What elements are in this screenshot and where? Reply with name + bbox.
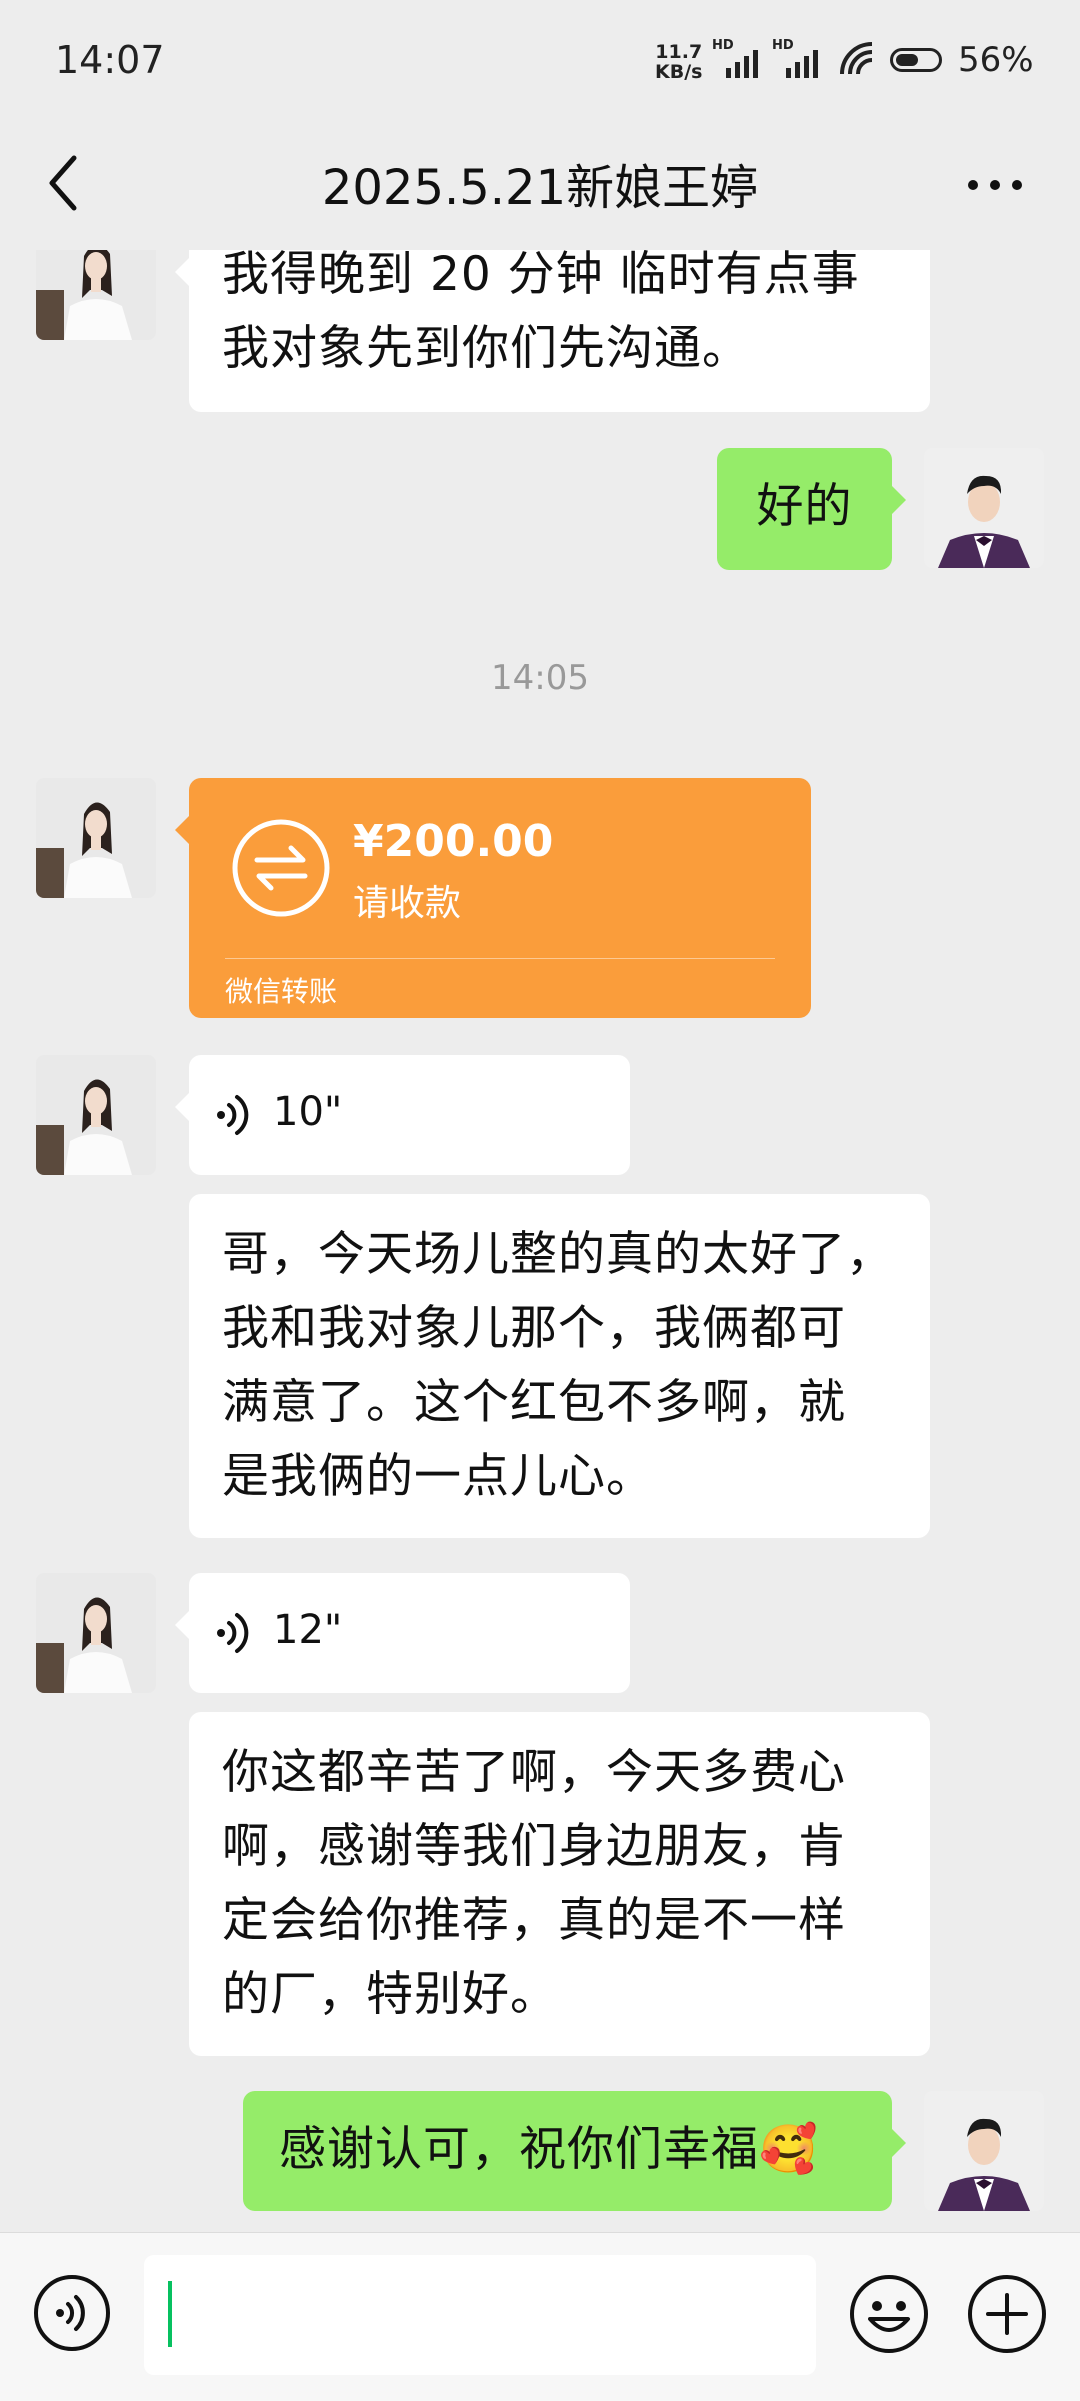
message-bubble-incoming[interactable]: 哥，今天场儿整的真的太好了， 我和我对象儿那个，我俩都可 满意了。这个红包不多啊… (189, 1194, 930, 1538)
battery-percent: 56% (958, 40, 1034, 80)
plus-icon[interactable] (966, 2273, 1048, 2355)
voice-message[interactable]: 12" (175, 1573, 630, 1693)
network-speed: 11.7 KB/s (655, 42, 702, 82)
text-cursor (168, 2281, 172, 2347)
voice-message[interactable]: 10" (175, 1055, 630, 1175)
message-text-line: 是我俩的一点儿心。 (222, 1449, 654, 1504)
my-avatar[interactable] (924, 2091, 1044, 2211)
message-input[interactable] (144, 2255, 816, 2375)
voice-wave-icon (217, 1613, 249, 1653)
battery-icon (890, 48, 942, 72)
more-options-icon[interactable] (960, 160, 1030, 210)
message-bubble-outgoing[interactable]: 感谢认可，祝你们幸福🥰 (243, 2091, 906, 2211)
transfer-arrows-icon (232, 819, 330, 917)
chat-header: 2025.5.21新娘王婷 (0, 120, 1080, 250)
voice-wave-icon (217, 1095, 249, 1135)
message-text: 感谢认可，祝你们幸福🥰 (279, 2122, 819, 2177)
wifi-icon (840, 42, 873, 75)
voice-duration: 12" (273, 1607, 343, 1653)
message-text-line: 啊，感谢等我们身边朋友，肯 (222, 1819, 846, 1874)
bride-avatar[interactable] (36, 250, 156, 340)
back-arrow-icon[interactable] (40, 148, 90, 218)
bride-avatar[interactable] (36, 778, 156, 898)
timestamp-separator: 14:05 (491, 658, 589, 698)
my-avatar[interactable] (924, 448, 1044, 568)
message-bubble-incoming[interactable]: 你这都辛苦了啊，今天多费心 啊，感谢等我们身边朋友，肯 定会给你推荐，真的是不一… (189, 1712, 930, 2056)
message-text-line: 你这都辛苦了啊，今天多费心 (222, 1745, 846, 1800)
transfer-amount: ¥200.00 (353, 816, 554, 867)
bride-avatar[interactable] (36, 1055, 156, 1175)
message-text-line: 满意了。这个红包不多啊，就 (222, 1375, 846, 1430)
message-text-line: 定会给你推荐，真的是不一样 (222, 1893, 846, 1948)
voice-input-icon[interactable] (32, 2273, 112, 2353)
network-speed-unit: KB/s (655, 61, 703, 83)
message-text-line: 我和我对象儿那个，我俩都可 (222, 1301, 846, 1356)
transfer-divider (225, 958, 775, 959)
message-bubble-outgoing[interactable]: 好的 (717, 448, 906, 570)
input-bar (0, 2232, 1080, 2401)
status-time: 14:07 (55, 38, 165, 82)
network-speed-value: 11.7 (655, 41, 703, 63)
emoji-icon[interactable] (848, 2273, 930, 2355)
message-text-line: 哥，今天场儿整的真的太好了， (222, 1227, 894, 1282)
message-text-line: 我对象先到你们先沟通。 (222, 321, 750, 376)
chat-title: 2025.5.21新娘王婷 (321, 160, 759, 216)
status-bar: 14:07 11.7 KB/s HD HD 56% (0, 0, 1080, 120)
transfer-status: 请收款 (353, 883, 462, 924)
transfer-card[interactable]: ¥200.00 请收款 微信转账 (175, 778, 811, 1018)
message-list[interactable]: 我得晚到 20 分钟 临时有点事 我对象先到你们先沟通。 好的 14:05 ¥2… (0, 250, 1080, 2230)
message-bubble-incoming[interactable]: 我得晚到 20 分钟 临时有点事 我对象先到你们先沟通。 (175, 250, 930, 412)
transfer-label: 微信转账 (225, 975, 338, 1008)
bride-avatar[interactable] (36, 1573, 156, 1693)
voice-duration: 10" (273, 1089, 343, 1135)
message-text-line: 的厂，特别好。 (222, 1967, 558, 2022)
message-text-line: 我得晚到 20 分钟 临时有点事 (222, 250, 860, 302)
message-text: 好的 (756, 479, 853, 534)
